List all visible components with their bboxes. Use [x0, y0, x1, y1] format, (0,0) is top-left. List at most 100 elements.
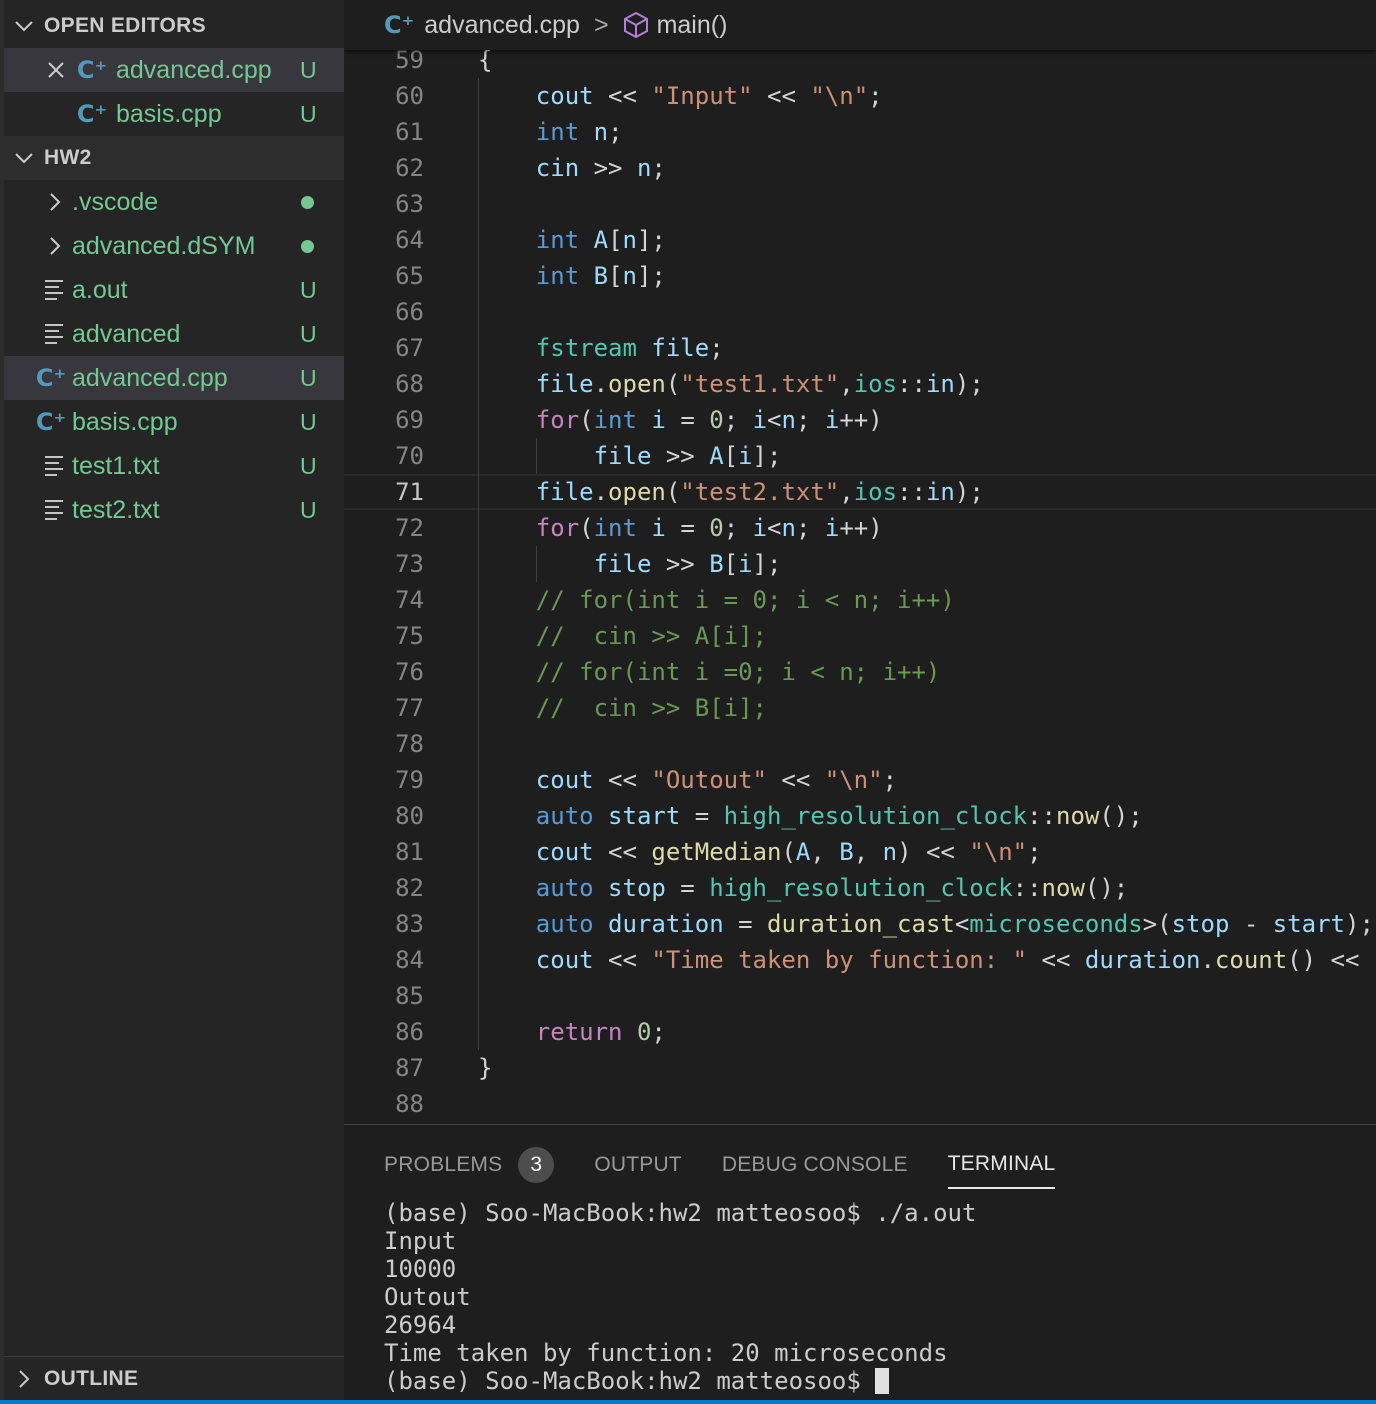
- code-text: fstream file;: [535, 334, 724, 362]
- code-line[interactable]: 78: [344, 726, 1376, 762]
- tree-item-test2-txt[interactable]: test2.txt U: [4, 488, 344, 532]
- tree-item-a-out[interactable]: a.out U: [4, 268, 344, 312]
- cpp-file-icon: C⁺: [35, 408, 67, 436]
- status-bar: [0, 1400, 1376, 1404]
- code-text: cout << getMedian(A, B, n) << "\n";: [535, 838, 1042, 866]
- code-line[interactable]: 77 // cin >> B[i];: [344, 690, 1376, 726]
- tab-problems[interactable]: PROBLEMS 3: [384, 1141, 555, 1189]
- code-text: int B[n];: [535, 262, 666, 290]
- line-number: 67: [395, 334, 424, 362]
- tree-item-test1-txt[interactable]: test1.txt U: [4, 444, 344, 488]
- untracked-badge: U: [300, 496, 317, 523]
- text-file-icon: [38, 324, 72, 344]
- line-number: 69: [395, 406, 424, 434]
- cpp-file-icon: C⁺: [384, 11, 415, 39]
- modified-dot-icon: [300, 195, 344, 209]
- code-text: // for(int i = 0; i < n; i++): [535, 586, 955, 614]
- code-line[interactable]: 74 // for(int i = 0; i < n; i++): [344, 582, 1376, 618]
- line-number: 84: [395, 946, 424, 974]
- code-line[interactable]: 71 file.open("test2.txt",ios::in);: [344, 474, 1376, 510]
- code-line[interactable]: 84 cout << "Time taken by function: " << …: [344, 942, 1376, 978]
- indent-guide: [535, 438, 537, 474]
- code-line[interactable]: 81 cout << getMedian(A, B, n) << "\n";: [344, 834, 1376, 870]
- terminal-output[interactable]: (base) Soo-MacBook:hw2 matteosoo$ ./a.ou…: [384, 1199, 976, 1395]
- code-line[interactable]: 64 int A[n];: [344, 222, 1376, 258]
- tree-item-advanced-dsym[interactable]: advanced.dSYM: [4, 224, 344, 268]
- tree-item-advanced[interactable]: advanced U: [4, 312, 344, 356]
- line-number: 87: [395, 1054, 424, 1082]
- line-number: 76: [395, 658, 424, 686]
- chevron-down-icon: [4, 151, 44, 165]
- breadcrumb: C⁺ advanced.cpp > main(): [344, 0, 1376, 50]
- tab-label: DEBUG CONSOLE: [721, 1153, 908, 1176]
- line-number: 88: [395, 1090, 424, 1118]
- code-text: cout << "Outout" << "\n";: [535, 766, 898, 794]
- untracked-badge: U: [300, 408, 317, 435]
- terminal-line: Outout: [384, 1283, 471, 1311]
- code-line[interactable]: 76 // for(int i =0; i < n; i++): [344, 654, 1376, 690]
- text-file-icon: [38, 456, 72, 476]
- code-line[interactable]: 68 file.open("test1.txt",ios::in);: [344, 366, 1376, 402]
- tree-item-vscode[interactable]: .vscode: [4, 180, 344, 224]
- chevron-down-icon: [4, 19, 44, 33]
- code-line[interactable]: 69 for(int i = 0; i<n; i++): [344, 402, 1376, 438]
- code-text: int n;: [535, 118, 623, 146]
- tab-output[interactable]: OUTPUT: [594, 1141, 682, 1189]
- code-line[interactable]: 82 auto stop = high_resolution_clock::now…: [344, 870, 1376, 906]
- code-line[interactable]: 79 cout << "Outout" << "\n";: [344, 762, 1376, 798]
- open-editors-title: OPEN EDITORS: [44, 14, 206, 37]
- panel-tabs: PROBLEMS 3 OUTPUT DEBUG CONSOLE TERMINAL: [384, 1141, 1056, 1189]
- terminal-line: Input: [384, 1227, 457, 1255]
- line-number: 75: [395, 622, 424, 650]
- open-editors-header[interactable]: OPEN EDITORS: [4, 4, 344, 48]
- code-line[interactable]: 85: [344, 978, 1376, 1014]
- code-line[interactable]: 66: [344, 294, 1376, 330]
- code-editor[interactable]: C⁺ advanced.cpp > main() 59{60 cout << "I…: [344, 0, 1376, 1124]
- tree-item-advanced-cpp[interactable]: C⁺ advanced.cpp U: [4, 356, 344, 400]
- open-editor-item-basis-cpp[interactable]: C⁺ basis.cpp U: [4, 92, 344, 136]
- code-line[interactable]: 67 fstream file;: [344, 330, 1376, 366]
- line-number: 66: [395, 298, 424, 326]
- code-line[interactable]: 65 int B[n];: [344, 258, 1376, 294]
- code-text: // cin >> B[i];: [535, 694, 767, 722]
- code-line[interactable]: 75 // cin >> A[i];: [344, 618, 1376, 654]
- tab-terminal[interactable]: TERMINAL: [947, 1141, 1056, 1189]
- code-line[interactable]: 63: [344, 186, 1376, 222]
- terminal-prompt-line[interactable]: (base) Soo-MacBook:hw2 matteosoo$: [384, 1367, 976, 1395]
- code-line[interactable]: 72 for(int i = 0; i<n; i++): [344, 510, 1376, 546]
- close-icon[interactable]: [38, 61, 74, 79]
- open-editor-item-advanced-cpp[interactable]: C⁺ advanced.cpp U: [4, 48, 344, 92]
- line-number: 85: [395, 982, 424, 1010]
- code-line[interactable]: 83 auto duration = duration_cast<microsec…: [344, 906, 1376, 942]
- tab-label: PROBLEMS: [384, 1153, 503, 1176]
- code-line[interactable]: 86 return 0;: [344, 1014, 1376, 1050]
- breadcrumb-file[interactable]: advanced.cpp: [424, 11, 580, 40]
- code-text: for(int i = 0; i<n; i++): [535, 406, 883, 434]
- tree-item-basis-cpp[interactable]: C⁺ basis.cpp U: [4, 400, 344, 444]
- code-line[interactable]: 87}: [344, 1050, 1376, 1086]
- breadcrumb-symbol[interactable]: main(): [657, 11, 728, 40]
- code-line[interactable]: 73 file >> B[i];: [344, 546, 1376, 582]
- line-number: 70: [395, 442, 424, 470]
- code-line[interactable]: 80 auto start = high_resolution_clock::no…: [344, 798, 1376, 834]
- code-line[interactable]: 88: [344, 1086, 1376, 1122]
- tab-debug-console[interactable]: DEBUG CONSOLE: [722, 1141, 908, 1189]
- cpp-file-icon: C⁺: [35, 364, 67, 392]
- code-line[interactable]: 70 file >> A[i];: [344, 438, 1376, 474]
- folder-title: HW2: [44, 146, 92, 169]
- file-name: advanced.cpp: [72, 363, 228, 392]
- code-line[interactable]: 60 cout << "Input" << "\n";: [344, 78, 1376, 114]
- code-line[interactable]: 62 cin >> n;: [344, 150, 1376, 186]
- code-line[interactable]: 61 int n;: [344, 114, 1376, 150]
- untracked-badge: U: [300, 100, 317, 127]
- line-number: 61: [395, 118, 424, 146]
- text-file-icon: [38, 500, 72, 520]
- untracked-badge: U: [300, 276, 317, 303]
- tab-label: TERMINAL: [947, 1152, 1056, 1175]
- code-text: // cin >> A[i];: [535, 622, 767, 650]
- code-text: file.open("test2.txt",ios::in);: [535, 478, 984, 506]
- terminal-line: (base) Soo-MacBook:hw2 matteosoo$ ./a.ou…: [384, 1199, 977, 1227]
- line-number: 62: [395, 154, 424, 182]
- folder-header-hw2[interactable]: HW2: [4, 136, 344, 180]
- outline-header[interactable]: OUTLINE: [4, 1356, 344, 1401]
